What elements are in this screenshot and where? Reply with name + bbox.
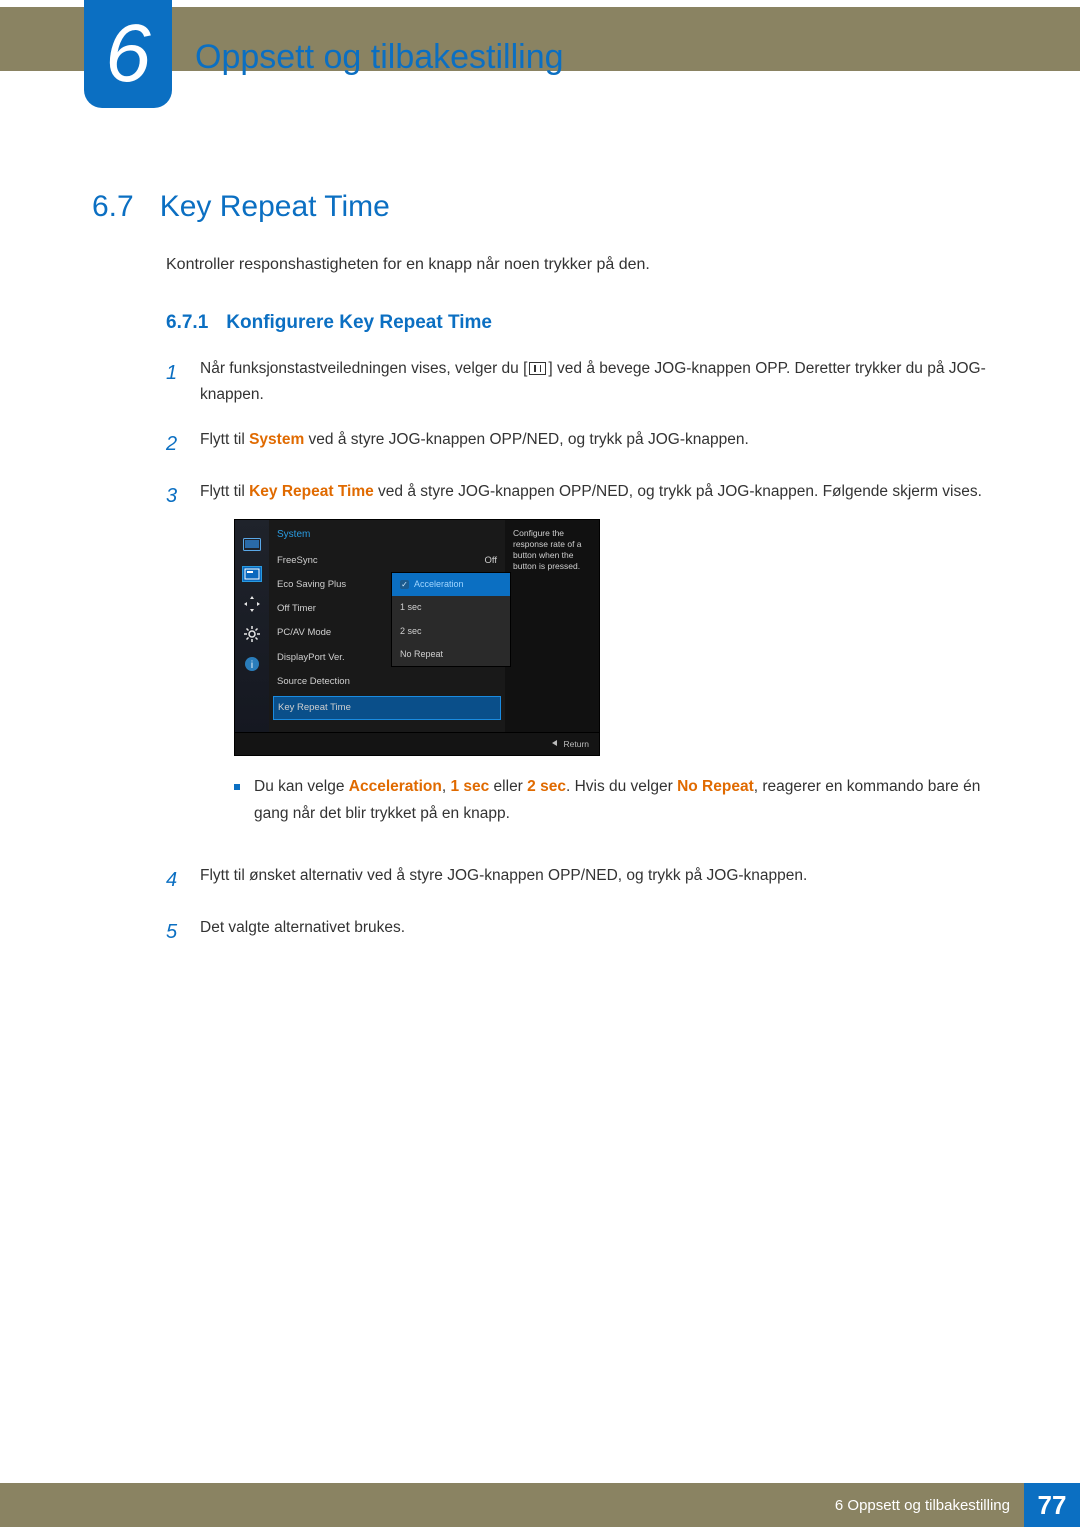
- bullet-text: Du kan velge Acceleration, 1 sec eller 2…: [254, 774, 988, 827]
- step-number: 4: [166, 863, 182, 897]
- picture-icon: [242, 536, 262, 552]
- footer-text: 6 Oppsett og tilbakestilling: [835, 1497, 1024, 1514]
- move-icon: [242, 596, 262, 612]
- page-content: 6.7 Key Repeat Time Kontroller responsha…: [92, 190, 988, 967]
- subsection-number: 6.7.1: [166, 312, 208, 334]
- bullet-icon: [234, 784, 240, 790]
- subsection-title: Konfigurere Key Repeat Time: [226, 312, 492, 334]
- osd-row-krt: Key Repeat Time: [273, 696, 501, 720]
- section-number: 6.7: [92, 190, 134, 224]
- steps-list: 1 Når funksjonstastveiledningen vises, v…: [166, 356, 988, 949]
- bullet-item: Du kan velge Acceleration, 1 sec eller 2…: [234, 774, 988, 827]
- info-icon: i: [242, 656, 262, 672]
- section-title: Key Repeat Time: [160, 190, 390, 224]
- step-3: 3 Flytt til Key Repeat Time ved å styre …: [166, 479, 988, 845]
- step-text: Det valgte alternativet brukes.: [200, 915, 405, 949]
- osd-options-popup: ✓Acceleration 1 sec 2 sec No Repeat: [391, 572, 511, 667]
- step-text: Flytt til System ved å styre JOG-knappen…: [200, 427, 749, 461]
- check-icon: ✓: [400, 580, 409, 589]
- step-text: Flytt til ønsket alternativ ved å styre …: [200, 863, 807, 897]
- step-body: Flytt til Key Repeat Time ved å styre JO…: [200, 479, 988, 845]
- step-text: Når funksjonstastveiledningen vises, vel…: [200, 356, 988, 409]
- step-number: 2: [166, 427, 182, 461]
- step-1: 1 Når funksjonstastveiledningen vises, v…: [166, 356, 988, 409]
- osd-screenshot: i System FreeSyncOff Eco Saving PlusOff …: [234, 519, 600, 756]
- gear-icon: [242, 626, 262, 642]
- step-text: Flytt til Key Repeat Time ved å styre JO…: [200, 483, 982, 500]
- osd-row-src: Source Detection: [277, 670, 497, 694]
- osd-footer: Return: [235, 732, 599, 755]
- svg-text:i: i: [251, 660, 253, 671]
- osd-option-1sec: 1 sec: [392, 596, 510, 619]
- chapter-number-badge: 6: [84, 0, 172, 108]
- step-5: 5 Det valgte alternativet brukes.: [166, 915, 988, 949]
- subsection-heading: 6.7.1 Konfigurere Key Repeat Time: [166, 312, 988, 334]
- return-arrow-icon: [552, 740, 557, 746]
- chapter-number: 6: [105, 13, 151, 95]
- step-number: 5: [166, 915, 182, 949]
- step-2: 2 Flytt til System ved å styre JOG-knapp…: [166, 427, 988, 461]
- osd-category: System: [277, 526, 497, 543]
- osd-sidebar: i: [235, 520, 269, 732]
- step-4: 4 Flytt til ønsket alternativ ved å styr…: [166, 863, 988, 897]
- osd-hint: Configure the response rate of a button …: [505, 520, 599, 732]
- page-footer: 6 Oppsett og tilbakestilling 77: [0, 1483, 1080, 1527]
- step-number: 1: [166, 356, 182, 409]
- step-number: 3: [166, 479, 182, 845]
- osd-row-freesync: FreeSyncOff: [277, 549, 497, 573]
- chapter-title: Oppsett og tilbakestilling: [195, 38, 564, 77]
- osd-menu: System FreeSyncOff Eco Saving PlusOff Of…: [269, 520, 505, 732]
- section-heading: 6.7 Key Repeat Time: [92, 190, 988, 224]
- menu-icon: [529, 362, 546, 375]
- osd-body: i System FreeSyncOff Eco Saving PlusOff …: [235, 520, 599, 732]
- osd-return-label: Return: [563, 739, 589, 749]
- osd-option-norepeat: No Repeat: [392, 643, 510, 666]
- section-intro: Kontroller responshastigheten for en kna…: [166, 256, 988, 274]
- page-number: 77: [1024, 1483, 1080, 1527]
- osd-option-2sec: 2 sec: [392, 620, 510, 643]
- osd-option-acceleration: ✓Acceleration: [392, 573, 510, 596]
- bullet-list: Du kan velge Acceleration, 1 sec eller 2…: [234, 774, 988, 827]
- onscreen-display-icon: [242, 566, 262, 582]
